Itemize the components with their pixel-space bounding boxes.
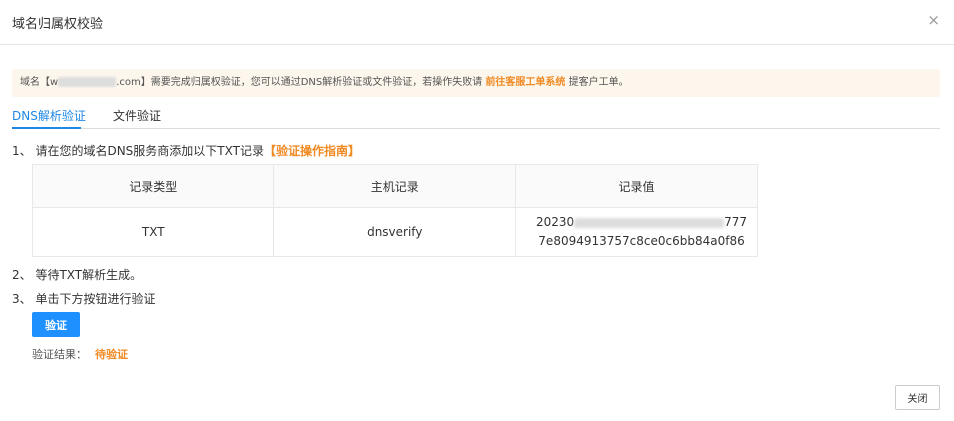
tab-file-verify[interactable]: 文件验证 <box>113 107 161 124</box>
dialog-header: 域名归属权校验 × <box>0 0 954 45</box>
header-record-value: 记录值 <box>515 164 758 208</box>
result-status: 待验证 <box>95 348 128 361</box>
record-value-line-2: 7e8094913757c8ce0c6bb84a0f86 <box>538 234 745 248</box>
verify-guide-link[interactable]: 【验证操作指南】 <box>264 144 360 158</box>
active-tab-indicator <box>12 127 81 129</box>
txt-record-table: 记录类型 主机记录 记录值 TXT dnsverify 20230 777 7e8… <box>31 164 758 257</box>
step-2: 2、 等待TXT解析生成。 <box>12 268 143 282</box>
step-1: 1、 请在您的域名DNS服务商添加以下TXT记录【验证操作指南】 <box>12 142 360 159</box>
notice-banner: 域名【w .com】需要完成归属权验证，您可以通过DNS解析验证或文件验证，若操作… <box>12 69 940 97</box>
cell-host-record: dnsverify <box>273 207 517 257</box>
notice-body: .com】需要完成归属权验证，您可以通过DNS解析验证或文件验证，若操作失败请 <box>116 77 486 88</box>
blurred-domain <box>58 77 117 87</box>
record-value-end: 777 <box>724 215 748 229</box>
support-ticket-link[interactable]: 前往客服工单系统 <box>485 77 565 88</box>
cell-record-value: 20230 777 7e8094913757c8ce0c6bb84a0f86 <box>515 207 758 257</box>
record-value-line-1: 20230 777 <box>526 213 757 232</box>
notice-prefix: 域名【w <box>20 77 59 88</box>
close-button[interactable]: 关闭 <box>895 385 940 410</box>
table-header-row: 记录类型 主机记录 记录值 <box>31 164 758 208</box>
table-row: TXT dnsverify 20230 777 7e8094913757c8ce0… <box>31 207 758 257</box>
record-value-start: 20230 <box>535 215 575 229</box>
tab-dns-verify[interactable]: DNS解析验证 <box>12 107 86 124</box>
dialog-title: 域名归属权校验 <box>12 17 104 32</box>
result-label: 验证结果： <box>32 348 87 361</box>
close-icon[interactable]: × <box>927 10 940 30</box>
blurred-record-value <box>574 217 725 228</box>
header-host-record: 主机记录 <box>273 164 517 208</box>
verify-result: 验证结果： 待验证 <box>32 346 128 362</box>
cell-record-type: TXT <box>31 207 275 257</box>
step-1-text: 1、 请在您的域名DNS服务商添加以下TXT记录 <box>12 144 264 158</box>
header-record-type: 记录类型 <box>31 164 275 208</box>
verify-button[interactable]: 验证 <box>32 312 80 337</box>
tab-bar: DNS解析验证 文件验证 <box>12 103 940 129</box>
notice-suffix: 提客户工单。 <box>565 77 629 88</box>
step-3: 3、 单击下方按钮进行验证 <box>12 292 156 306</box>
